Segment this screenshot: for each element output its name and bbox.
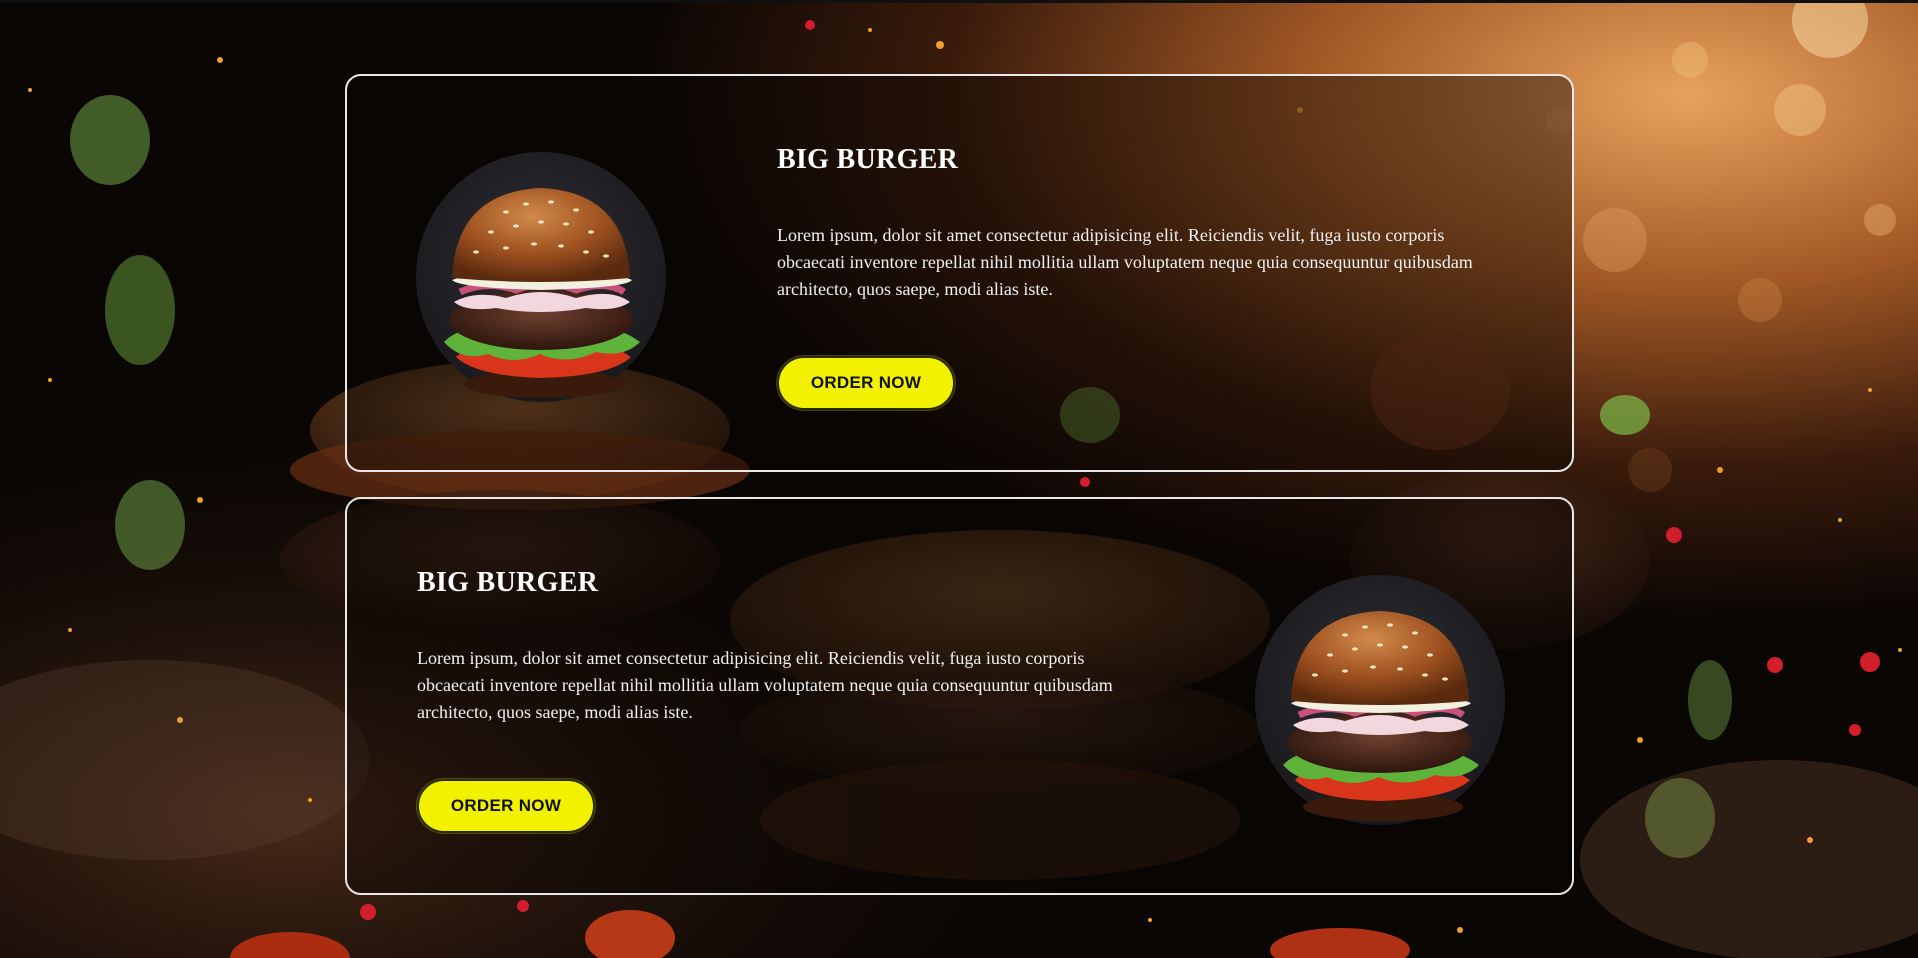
card-title: BIG BURGER: [417, 567, 599, 598]
order-now-button[interactable]: ORDER NOW: [777, 356, 955, 410]
card-description: Lorem ipsum, dolor sit amet consectetur …: [777, 225, 1473, 299]
burger-photo-icon: [1283, 611, 1479, 821]
order-now-button[interactable]: ORDER NOW: [417, 779, 595, 833]
burger-photo-icon: [444, 188, 640, 398]
top-bar: [0, 0, 1918, 3]
product-card-1: BIG BURGER Lorem ipsum, dolor sit amet c…: [345, 74, 1574, 472]
card-description: Lorem ipsum, dolor sit amet consectetur …: [417, 648, 1113, 722]
product-card-2: BIG BURGER Lorem ipsum, dolor sit amet c…: [345, 497, 1574, 895]
burger-image: [1255, 575, 1505, 825]
card-title: BIG BURGER: [777, 144, 959, 175]
burger-image: [416, 152, 666, 402]
